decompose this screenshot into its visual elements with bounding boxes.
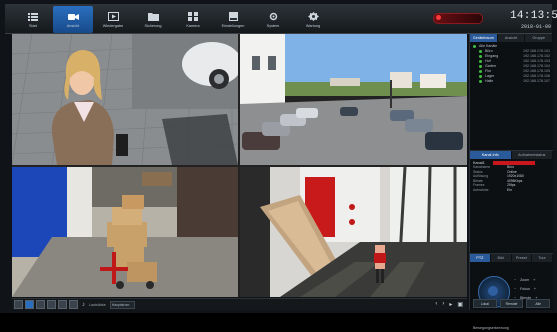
- layout-button-2[interactable]: [25, 300, 34, 309]
- info-value: Ein: [507, 187, 512, 192]
- nav-item-ansicht[interactable]: Ansicht: [53, 6, 93, 33]
- ptz-center-button[interactable]: [488, 286, 498, 296]
- clock-time: 14:13:58: [510, 10, 557, 22]
- online-status-icon: [473, 45, 476, 48]
- info-row: Aufnahme Ein: [473, 188, 550, 193]
- folder-icon: [147, 12, 159, 22]
- panel-buttons: Lokal Remote Alle: [473, 299, 551, 308]
- nav-item-label: Wartung: [305, 23, 321, 28]
- nav-item-label: System: [266, 23, 280, 28]
- plus-icon[interactable]: +: [533, 278, 535, 282]
- main-navigation: Start Ansicht Wiedergabe Sicherung Kamera Ein…: [13, 6, 333, 33]
- minus-icon[interactable]: −: [514, 287, 516, 291]
- fullscreen-icon[interactable]: ▣: [457, 301, 463, 308]
- layout-button-5[interactable]: [58, 300, 67, 309]
- ptz-tab-2[interactable]: Preset: [511, 254, 533, 262]
- tab-1[interactable]: Ansicht: [497, 34, 526, 42]
- camera-tile-2[interactable]: [240, 34, 467, 165]
- nav-item-label: Kamera: [186, 23, 200, 28]
- ptz-control: − Zoom + − Fokus + − Blende +: [470, 262, 553, 324]
- nav-item-kamera[interactable]: Kamera: [173, 6, 213, 33]
- top-toolbar: Start Ansicht Wiedergabe Sicherung Kamera Ein…: [5, 4, 557, 34]
- info-tabs: Kanal Info Aufnahmestatus: [470, 151, 553, 159]
- ptz-tabs: PTZ Bild Preset Tour: [470, 254, 553, 262]
- device-tree: Alle Kanäle Büro 192.168.178.101 Eingang 192…: [470, 42, 553, 150]
- next-icon[interactable]: ›: [442, 301, 444, 308]
- online-status-icon: [479, 50, 482, 53]
- record-indicator-icon: [436, 15, 441, 20]
- nav-item-einstellungen[interactable]: Einstellungen: [213, 6, 253, 33]
- nav-item-system[interactable]: System: [253, 6, 293, 33]
- online-status-icon: [479, 70, 482, 73]
- ptz-control-row: − Fokus +: [514, 287, 536, 291]
- tree-item-name: Halle: [485, 79, 494, 83]
- camera-tile-4[interactable]: [240, 167, 467, 297]
- device-tree-tabs: Gerätebaum Ansicht Gruppe: [470, 34, 554, 42]
- live-camera-icon: [67, 12, 79, 22]
- storage-icon: [228, 12, 239, 22]
- channel-info: Kanal1 Kanalname Büro Status Online Auflösun…: [470, 159, 553, 253]
- nav-item-sicherung[interactable]: Sicherung: [133, 6, 173, 33]
- nav-item-label: Wiedergabe: [102, 23, 124, 28]
- panel-button[interactable]: Lokal: [473, 299, 497, 308]
- nav-item-label: Ansicht: [66, 23, 80, 28]
- ptz-control-label: Fokus: [520, 287, 530, 291]
- online-status-icon: [479, 75, 482, 78]
- nav-item-label: Start: [28, 23, 38, 28]
- clock-date: 2018-01-09: [521, 24, 552, 30]
- info-tab-0[interactable]: Kanal Info: [470, 151, 512, 159]
- nav-item-wartung[interactable]: Wartung: [293, 6, 333, 33]
- plus-icon[interactable]: +: [534, 287, 536, 291]
- ptz-control-row: − Zoom +: [514, 278, 535, 282]
- menu-icon: [28, 12, 39, 22]
- panel-button[interactable]: Alle: [526, 299, 551, 308]
- gear-icon: [307, 12, 319, 22]
- ptz-control-label: Zoom: [520, 278, 530, 282]
- layout-buttons: [14, 300, 78, 309]
- online-status-icon: [479, 60, 482, 63]
- right-side-panel: Gerätebaum Ansicht Gruppe Alle Kanäle Büro 1…: [469, 34, 554, 330]
- camera-settings-icon: [187, 12, 199, 22]
- nav-item-label: Einstellungen: [221, 23, 245, 28]
- nav-item-label: Sicherung: [144, 23, 162, 28]
- volume-label: Lautstärke: [89, 302, 106, 307]
- info-key: Aufnahme: [473, 187, 489, 192]
- tree-item[interactable]: Halle 192.168.178.107: [473, 79, 550, 84]
- playback-icon: [107, 12, 119, 22]
- tab-2[interactable]: Gruppe: [525, 34, 554, 42]
- motion-detection-link[interactable]: Bewegungserkennung: [470, 324, 553, 332]
- ptz-tab-1[interactable]: Bild: [490, 254, 512, 262]
- video-grid: [12, 34, 467, 297]
- layout-button-6[interactable]: [69, 300, 78, 309]
- tab-0[interactable]: Gerätebaum: [470, 34, 498, 42]
- online-status-icon: [479, 55, 482, 58]
- panel-button[interactable]: Remote: [499, 299, 524, 308]
- system-icon: [268, 12, 279, 22]
- nvr-window: Start Ansicht Wiedergabe Sicherung Kamera Ein…: [0, 0, 557, 330]
- bottom-toolbar: ♪ Lautstärke Hauptstrom ‹ › ▸ ▣: [12, 298, 467, 310]
- online-status-icon: [479, 65, 482, 68]
- tree-item-ip: 192.168.178.107: [523, 79, 550, 83]
- layout-button-3[interactable]: [36, 300, 45, 309]
- ptz-tab-0[interactable]: PTZ: [470, 254, 491, 262]
- layout-button-4[interactable]: [47, 300, 56, 309]
- layout-button-1[interactable]: [14, 300, 23, 309]
- camera-tile-3[interactable]: [12, 167, 238, 297]
- camera-tile-1[interactable]: [12, 34, 238, 165]
- online-status-icon: [479, 80, 482, 83]
- info-tab-1[interactable]: Aufnahmestatus: [511, 151, 553, 159]
- volume-icon[interactable]: ♪: [82, 302, 85, 308]
- nav-item-start[interactable]: Start: [13, 6, 53, 33]
- play-icon[interactable]: ▸: [449, 301, 452, 308]
- nav-item-wiedergabe[interactable]: Wiedergabe: [93, 6, 133, 33]
- ptz-tab-3[interactable]: Tour: [532, 254, 553, 262]
- minus-icon[interactable]: −: [514, 278, 516, 282]
- stream-select[interactable]: Hauptstrom: [109, 300, 135, 309]
- prev-icon[interactable]: ‹: [435, 301, 437, 308]
- playback-controls: ‹ › ▸ ▣: [435, 301, 467, 308]
